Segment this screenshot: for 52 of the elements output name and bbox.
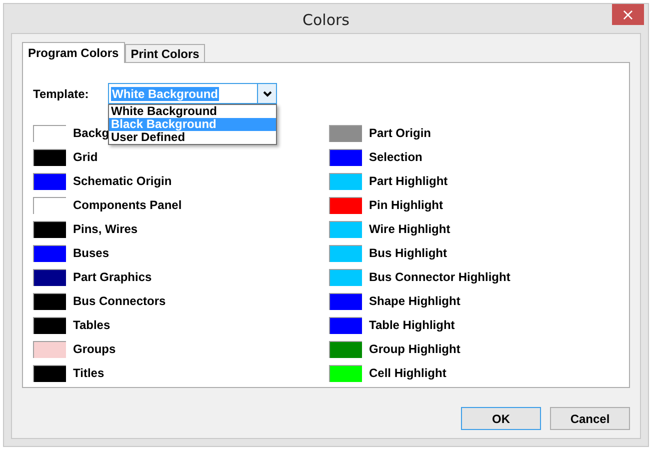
color-label: Tables [73,318,110,332]
ok-button[interactable]: OK [461,407,541,430]
color-swatch[interactable] [33,268,66,286]
color-label: Bus Connector Highlight [369,270,510,284]
color-swatch[interactable] [33,340,66,358]
color-swatch[interactable] [329,292,362,310]
color-swatch[interactable] [329,124,362,142]
color-label: Pins, Wires [73,222,138,236]
color-label: Group Highlight [369,342,460,356]
color-label: Bus Highlight [369,246,447,260]
color-label: Schematic Origin [73,174,172,188]
dropdown-option[interactable]: White Background [109,105,276,118]
color-swatch[interactable] [329,172,362,190]
template-label: Template: [33,86,90,100]
color-label: Shape Highlight [369,294,460,308]
tab[interactable]: Program Colors [22,42,125,63]
color-label: Part Highlight [369,174,448,188]
color-swatch[interactable] [329,220,362,238]
color-swatch[interactable] [33,244,66,262]
color-swatch[interactable] [329,196,362,214]
color-label: Cell Highlight [369,366,446,380]
color-swatch[interactable] [33,172,66,190]
color-swatch[interactable] [329,364,362,382]
color-swatch[interactable] [33,316,66,334]
color-swatch[interactable] [329,268,362,286]
color-label: Components Panel [73,198,182,212]
color-swatch[interactable] [33,364,66,382]
color-label: Table Highlight [369,318,455,332]
color-label: Backg [73,126,110,140]
close-button[interactable]: × [612,4,644,25]
dropdown-option[interactable]: User Defined [109,131,276,144]
color-label: Part Graphics [73,270,152,284]
color-swatch[interactable] [33,292,66,310]
color-label: Selection [369,150,422,164]
color-label: Pin Highlight [369,198,443,212]
color-label: Groups [73,342,116,356]
color-label: Titles [73,366,104,380]
color-label: Buses [73,246,110,260]
window-title: Colors [302,10,350,28]
color-label: Bus Connectors [73,294,166,308]
cancel-button[interactable]: Cancel [550,407,630,430]
color-label: Part Origin [369,126,432,140]
color-label: Wire Highlight [369,222,450,236]
color-swatch[interactable] [33,220,66,238]
color-label: Grid [73,150,98,164]
color-swatch[interactable] [329,340,362,358]
color-swatch[interactable] [329,148,362,166]
chevron-down-icon [257,84,276,103]
color-swatch[interactable] [329,244,362,262]
color-swatch[interactable] [33,148,66,166]
tab[interactable]: Print Colors [124,44,206,62]
color-swatch[interactable] [329,316,362,334]
